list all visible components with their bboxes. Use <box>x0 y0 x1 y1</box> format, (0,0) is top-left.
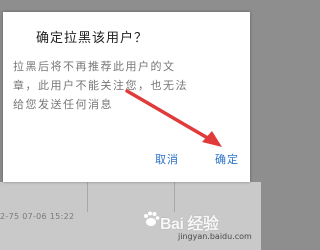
confirm-button[interactable]: 确定 <box>215 151 239 167</box>
watermark-url: jingyan.baidu.com <box>178 232 252 241</box>
background-divider <box>87 182 88 212</box>
dialog-message-line: 章，此用户不能关注您，也无法 <box>13 79 188 92</box>
dialog-title: 确定拉黑该用户？ <box>36 31 149 46</box>
dialog-message-line: 拉黑后将不再推荐此用户的文 <box>13 60 176 73</box>
watermark-brand: Bai 经验 <box>160 216 219 233</box>
baidu-paw-icon <box>144 211 160 226</box>
background-divider <box>174 182 175 212</box>
background-timestamp: 2-75 07-06 15:22 <box>0 212 75 221</box>
dialog-message-line: 给您发送任何消息 <box>13 98 113 111</box>
cancel-button[interactable]: 取消 <box>155 151 179 167</box>
dialog-message: 拉黑后将不再推荐此用户的文 章，此用户不能关注您，也无法 给您发送任何消息 <box>13 57 245 114</box>
block-user-dialog: 确定拉黑该用户？ 拉黑后将不再推荐此用户的文 章，此用户不能关注您，也无法 给您… <box>3 12 250 182</box>
